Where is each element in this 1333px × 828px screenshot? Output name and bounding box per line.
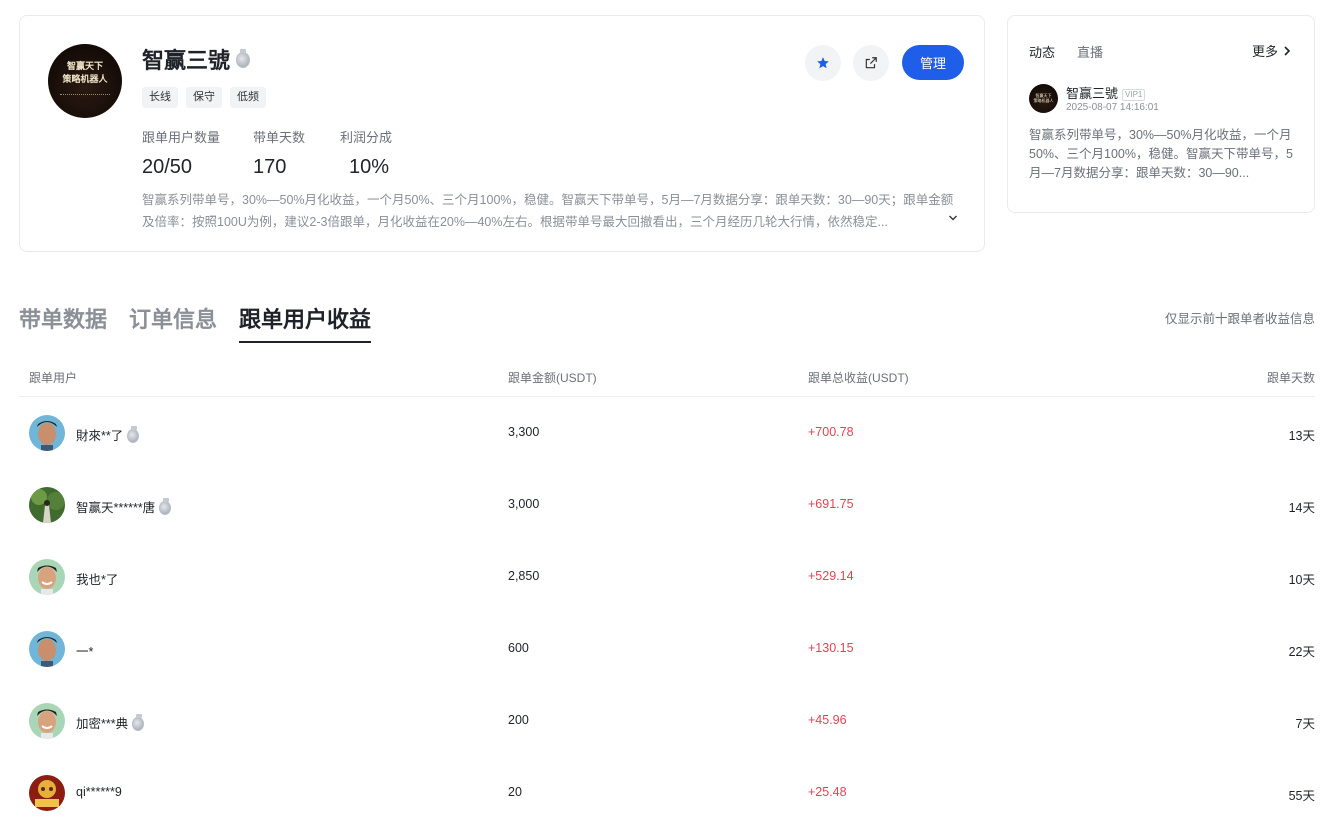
table-row: 智赢天******唐 3,000 +691.75 14天 [19, 469, 1315, 541]
header-amount: 跟单金额(USDT) [508, 371, 597, 385]
stat-label: 跟单用户数量 [142, 130, 221, 145]
feed-card: 动态 直播 更多 智赢天下 策略机器人 智赢三號 VIP1 2025-08-07 … [1007, 15, 1315, 213]
stat-label: 带单天数 [253, 130, 306, 145]
profit-cell: +529.14 [808, 569, 854, 583]
stat-followers: 跟单用户数量 20/50 [142, 127, 220, 179]
tag-low-frequency: 低频 [230, 87, 266, 108]
share-icon [865, 57, 877, 69]
days-cell: 14天 [1288, 501, 1315, 515]
vip-badge: VIP1 [1122, 88, 1146, 101]
feed-tabs: 动态 直播 [1029, 42, 1103, 61]
user-name: 一* [76, 645, 94, 659]
avatar-text-line-2: 策略机器人 [1033, 98, 1054, 103]
profit-cell: +691.75 [808, 497, 854, 511]
stat-value: 20/50 [142, 156, 193, 178]
table-row: 加密***典 200 +45.96 7天 [19, 685, 1315, 757]
profit-cell: +700.78 [808, 425, 854, 439]
tab-live[interactable]: 直播 [1077, 42, 1103, 61]
more-label: 更多 [1251, 44, 1278, 59]
amount-cell: 3,000 [508, 497, 540, 511]
amount-cell: 20 [508, 785, 522, 799]
profile-description: 智赢系列带单号，30%—50%月化收益，一个月50%、三个月100%，稳健。智赢… [142, 193, 954, 229]
avatar [29, 703, 65, 739]
profit-cell: +45.96 [808, 713, 847, 727]
avatar [29, 415, 65, 451]
user-name: 我也*了 [76, 573, 119, 587]
profile-tags: 长线 保守 低频 [142, 87, 266, 108]
tag-conservative: 保守 [186, 87, 222, 108]
manage-button[interactable]: 管理 [902, 45, 964, 80]
days-cell: 7天 [1295, 717, 1315, 731]
stat-value: 170 [253, 156, 287, 178]
profile-card: 智赢天下 策略机器人 智赢三號 长线 保守 低频 跟单用户数量 20/50 带单… [19, 15, 985, 252]
chevron-right-icon [1284, 45, 1291, 56]
days-cell: 10天 [1288, 573, 1315, 587]
main-tabs: 带单数据 订单信息 跟单用户收益 [19, 302, 372, 343]
profit-cell: +25.48 [808, 785, 847, 799]
silver-medal-icon [127, 425, 140, 443]
days-cell: 55天 [1288, 789, 1315, 803]
header-user: 跟单用户 [29, 371, 78, 385]
amount-cell: 600 [508, 641, 529, 655]
tab-follower-profit[interactable]: 跟单用户收益 [239, 302, 372, 343]
table-row: qi******9 20 +25.48 55天 [19, 757, 1315, 828]
days-cell: 13天 [1288, 429, 1315, 443]
days-cell: 22天 [1288, 645, 1315, 659]
stat-label: 利润分成 [340, 130, 393, 145]
feed-timestamp: 2025-08-07 14:16:01 [1066, 102, 1159, 113]
feed-author-name: 智赢三號 [1066, 86, 1119, 101]
more-link[interactable]: 更多 [1252, 41, 1292, 60]
profit-cell: +130.15 [808, 641, 854, 655]
silver-medal-icon [159, 497, 172, 515]
stat-days: 带单天数 170 [253, 127, 305, 179]
user-name: 財來**了 [76, 425, 140, 444]
chevron-down-icon[interactable] [948, 213, 958, 223]
amount-cell: 3,300 [508, 425, 540, 439]
user-name: 智赢天******唐 [76, 497, 172, 516]
feed-author: 智赢三號 VIP1 [1066, 83, 1146, 102]
silver-medal-icon [132, 713, 145, 731]
stat-value: 10% [349, 156, 390, 178]
user-name: 加密***典 [76, 713, 145, 732]
avatar [29, 631, 65, 667]
feed-post-text[interactable]: 智赢系列带单号，30%—50%月化收益，一个月50%、三个月100%，稳健。智赢… [1029, 126, 1295, 183]
avatar [29, 487, 65, 523]
stat-profit-share: 利润分成 10% [340, 127, 392, 179]
amount-cell: 200 [508, 713, 529, 727]
table-header: 跟单用户 跟单金额(USDT) 跟单总收益(USDT) 跟单天数 [19, 357, 1315, 397]
amount-cell: 2,850 [508, 569, 540, 583]
table-row: 我也*了 2,850 +529.14 10天 [19, 541, 1315, 613]
tab-lead-data[interactable]: 带单数据 [19, 302, 107, 343]
share-button[interactable] [853, 45, 889, 81]
star-icon [817, 57, 829, 69]
avatar-text-line-1: 智赢天下 [66, 61, 103, 71]
profile-avatar: 智赢天下 策略机器人 [48, 44, 122, 118]
profile-name-text: 智赢三號 [142, 48, 231, 73]
tab-activity[interactable]: 动态 [1029, 42, 1055, 61]
profile-name: 智赢三號 [142, 43, 251, 75]
avatar [29, 559, 65, 595]
silver-medal-icon [236, 49, 251, 69]
favorite-button[interactable] [805, 45, 841, 81]
feed-author-avatar: 智赢天下 策略机器人 [1029, 84, 1058, 113]
top-ten-note: 仅显示前十跟单者收益信息 [1164, 312, 1315, 326]
avatar-text-line-2: 策略机器人 [62, 74, 108, 84]
user-name: qi******9 [76, 785, 122, 799]
table-row: 財來**了 3,300 +700.78 13天 [19, 397, 1315, 469]
table-row: 一* 600 +130.15 22天 [19, 613, 1315, 685]
header-profit: 跟单总收益(USDT) [808, 371, 909, 385]
avatar-decoration [60, 94, 110, 97]
tag-long: 长线 [142, 87, 178, 108]
header-days: 跟单天数 [1266, 371, 1315, 385]
tab-order-info[interactable]: 订单信息 [129, 302, 217, 343]
avatar [29, 775, 65, 811]
